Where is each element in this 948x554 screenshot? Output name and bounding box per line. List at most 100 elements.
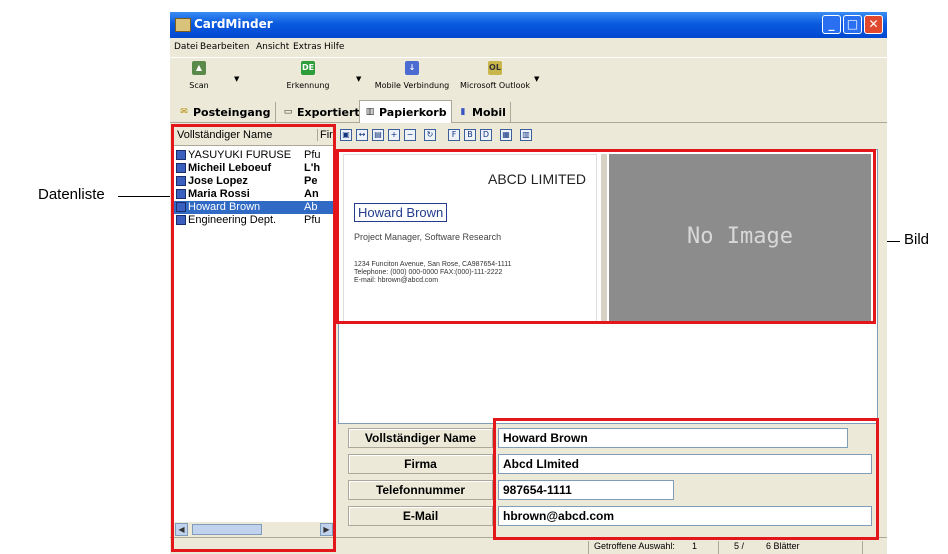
field-label-name[interactable]: Vollständiger Name bbox=[348, 428, 493, 448]
export-icon: ▭ bbox=[283, 107, 293, 117]
outlook-dropdown-icon[interactable]: ▼ bbox=[534, 75, 539, 83]
scan-button[interactable]: ▲ Scan ▼ bbox=[176, 61, 239, 90]
outlook-button[interactable]: OL Microsoft Outlook ▼ bbox=[454, 61, 539, 90]
trash-icon: ▥ bbox=[365, 107, 375, 117]
field-label-telefon[interactable]: Telefonnummer bbox=[348, 480, 493, 500]
card-icon bbox=[176, 150, 186, 160]
mobile-connection-button[interactable]: ↓ Mobile Verbindung bbox=[370, 61, 454, 90]
menu-datei[interactable]: Datei bbox=[174, 42, 198, 52]
scroll-thumb[interactable] bbox=[192, 524, 262, 535]
scroll-left-icon[interactable]: ◀ bbox=[175, 523, 188, 536]
field-value-name[interactable]: Howard Brown bbox=[498, 428, 848, 448]
list-item[interactable]: Micheil Leboeuf L'h bbox=[174, 162, 335, 175]
menu-bearbeiten[interactable]: Bearbeiten bbox=[200, 42, 249, 52]
maximize-button[interactable]: □ bbox=[843, 15, 862, 34]
tab-papierkorb[interactable]: ▥ Papierkorb bbox=[359, 100, 452, 123]
column-header-name[interactable]: Vollständiger Name bbox=[177, 129, 272, 141]
outlook-icon: OL bbox=[488, 61, 502, 75]
card-icon bbox=[176, 189, 186, 199]
callout-datenliste: Datenliste bbox=[38, 186, 105, 203]
tab-papierkorb-label: Papierkorb bbox=[379, 105, 447, 119]
list-item-name: Engineering Dept. bbox=[188, 214, 277, 226]
list-item[interactable]: Jose Lopez Pe bbox=[174, 175, 335, 188]
status-selection-count: 1 bbox=[692, 541, 698, 551]
column-header-firma[interactable]: Fir bbox=[317, 129, 333, 141]
card-company: ABCD LIMITED bbox=[487, 171, 586, 187]
menu-extras[interactable]: Extras bbox=[293, 42, 321, 52]
tab-exportiert-label: Exportiert bbox=[297, 105, 360, 119]
scan-dropdown-icon[interactable]: ▼ bbox=[234, 75, 239, 83]
minimize-button[interactable]: _ bbox=[822, 15, 841, 34]
tab-posteingang[interactable]: ✉ Posteingang bbox=[174, 102, 276, 122]
back-icon[interactable]: B bbox=[464, 129, 476, 141]
outlook-label: Microsoft Outlook bbox=[459, 81, 531, 90]
copy-icon[interactable]: ▦ bbox=[500, 129, 512, 141]
tab-exportiert[interactable]: ▭ Exportiert bbox=[278, 102, 365, 122]
scanner-icon: ▲ bbox=[192, 61, 206, 75]
list-item[interactable]: Engineering Dept. Pfu bbox=[174, 214, 335, 227]
field-label-email[interactable]: E-Mail bbox=[348, 506, 493, 526]
layout-icon[interactable]: ▥ bbox=[520, 129, 532, 141]
card-icon bbox=[176, 215, 186, 225]
list-item[interactable]: Maria Rossi An bbox=[174, 188, 335, 201]
card-contact: 1234 Funciton Avenue, San Rose, CA987654… bbox=[354, 261, 512, 285]
status-selection-label: Getroffene Auswahl: bbox=[594, 541, 675, 551]
list-item[interactable]: YASUYUKI FURUSE Pfu bbox=[174, 149, 335, 162]
tab-posteingang-label: Posteingang bbox=[193, 105, 271, 119]
card-phone: Telephone: (000) 000-0000 FAX:(000)-111-… bbox=[354, 269, 503, 276]
list-header: Vollständiger Name Fir bbox=[174, 127, 335, 146]
status-divider bbox=[588, 541, 589, 554]
status-bar: Getroffene Auswahl: 1 5 / 6 Blätter bbox=[170, 537, 887, 554]
no-image-text: No Image bbox=[687, 224, 793, 249]
field-value-telefon[interactable]: 987654-1111 bbox=[498, 480, 674, 500]
list-item-company: Pe bbox=[304, 175, 318, 187]
business-card-image: ABCD LIMITED Howard Brown Project Manage… bbox=[343, 154, 597, 324]
tab-mobil[interactable]: ▮ Mobil bbox=[453, 102, 511, 122]
scan-label: Scan bbox=[189, 81, 209, 90]
callout-bild: Bild bbox=[904, 231, 930, 248]
close-button[interactable]: ✕ bbox=[864, 15, 883, 34]
front-icon[interactable]: F bbox=[448, 129, 460, 141]
list-item-company: Ab bbox=[304, 201, 318, 213]
card-icon bbox=[176, 202, 186, 212]
mobile-tab-icon: ▮ bbox=[460, 107, 466, 117]
actual-size-icon[interactable]: ▤ bbox=[372, 129, 384, 141]
menu-hilfe[interactable]: Hilfe bbox=[324, 42, 344, 52]
list-item-name: Maria Rossi bbox=[188, 188, 250, 200]
cardminder-window: CardMinder _ □ ✕ Datei Bearbeiten Ansich… bbox=[170, 12, 887, 554]
image-divider bbox=[601, 154, 607, 322]
fit-width-icon[interactable]: ↔ bbox=[356, 129, 368, 141]
list-item-company: L'h bbox=[304, 162, 321, 174]
zoom-out-icon[interactable]: − bbox=[404, 129, 416, 141]
list-item-name: YASUYUKI FURUSE bbox=[188, 149, 292, 161]
tab-mobil-label: Mobil bbox=[472, 105, 506, 119]
list-item-company: Pfu bbox=[304, 214, 321, 226]
erkennung-label: Erkennung bbox=[286, 81, 330, 90]
field-label-firma[interactable]: Firma bbox=[348, 454, 493, 474]
data-list[interactable]: Vollständiger Name Fir YASUYUKI FURUSE P… bbox=[173, 126, 336, 538]
card-icon bbox=[176, 176, 186, 186]
status-sheets: 6 Blätter bbox=[766, 541, 800, 551]
horizontal-scrollbar[interactable]: ◀ ▶ bbox=[174, 522, 335, 537]
scroll-right-icon[interactable]: ▶ bbox=[320, 523, 333, 536]
callout-datenliste-line bbox=[118, 196, 174, 197]
menu-bar: Datei Bearbeiten Ansicht Extras Hilfe bbox=[170, 38, 887, 57]
rotate-icon[interactable]: ↻ bbox=[424, 129, 436, 141]
toolbar: ▲ Scan ▼ DE Erkennung ▼ ↓ Mobile Verbind… bbox=[170, 57, 887, 101]
folder-tabs: ✉ Posteingang ▭ Exportiert ▥ Papierkorb … bbox=[170, 100, 887, 123]
menu-ansicht[interactable]: Ansicht bbox=[256, 42, 289, 52]
status-page: 5 / bbox=[734, 541, 745, 551]
image-toolbar: ▣ ↔ ▤ + − ↻ F B D ▦ ▥ bbox=[338, 126, 878, 146]
list-item-company: Pfu bbox=[304, 149, 321, 161]
title-bar[interactable]: CardMinder _ □ ✕ bbox=[170, 12, 887, 38]
erkennung-button[interactable]: DE Erkennung ▼ bbox=[278, 61, 361, 90]
mobile-icon: ↓ bbox=[405, 61, 419, 75]
double-side-icon[interactable]: D bbox=[480, 129, 492, 141]
list-item-selected[interactable]: Howard Brown Ab bbox=[174, 201, 335, 214]
zoom-in-icon[interactable]: + bbox=[388, 129, 400, 141]
field-value-email[interactable]: hbrown@abcd.com bbox=[498, 506, 872, 526]
field-value-firma[interactable]: Abcd LImited bbox=[498, 454, 872, 474]
erkennung-dropdown-icon[interactable]: ▼ bbox=[356, 75, 361, 83]
fit-page-icon[interactable]: ▣ bbox=[340, 129, 352, 141]
card-address: 1234 Funciton Avenue, San Rose, CA987654… bbox=[354, 261, 512, 268]
